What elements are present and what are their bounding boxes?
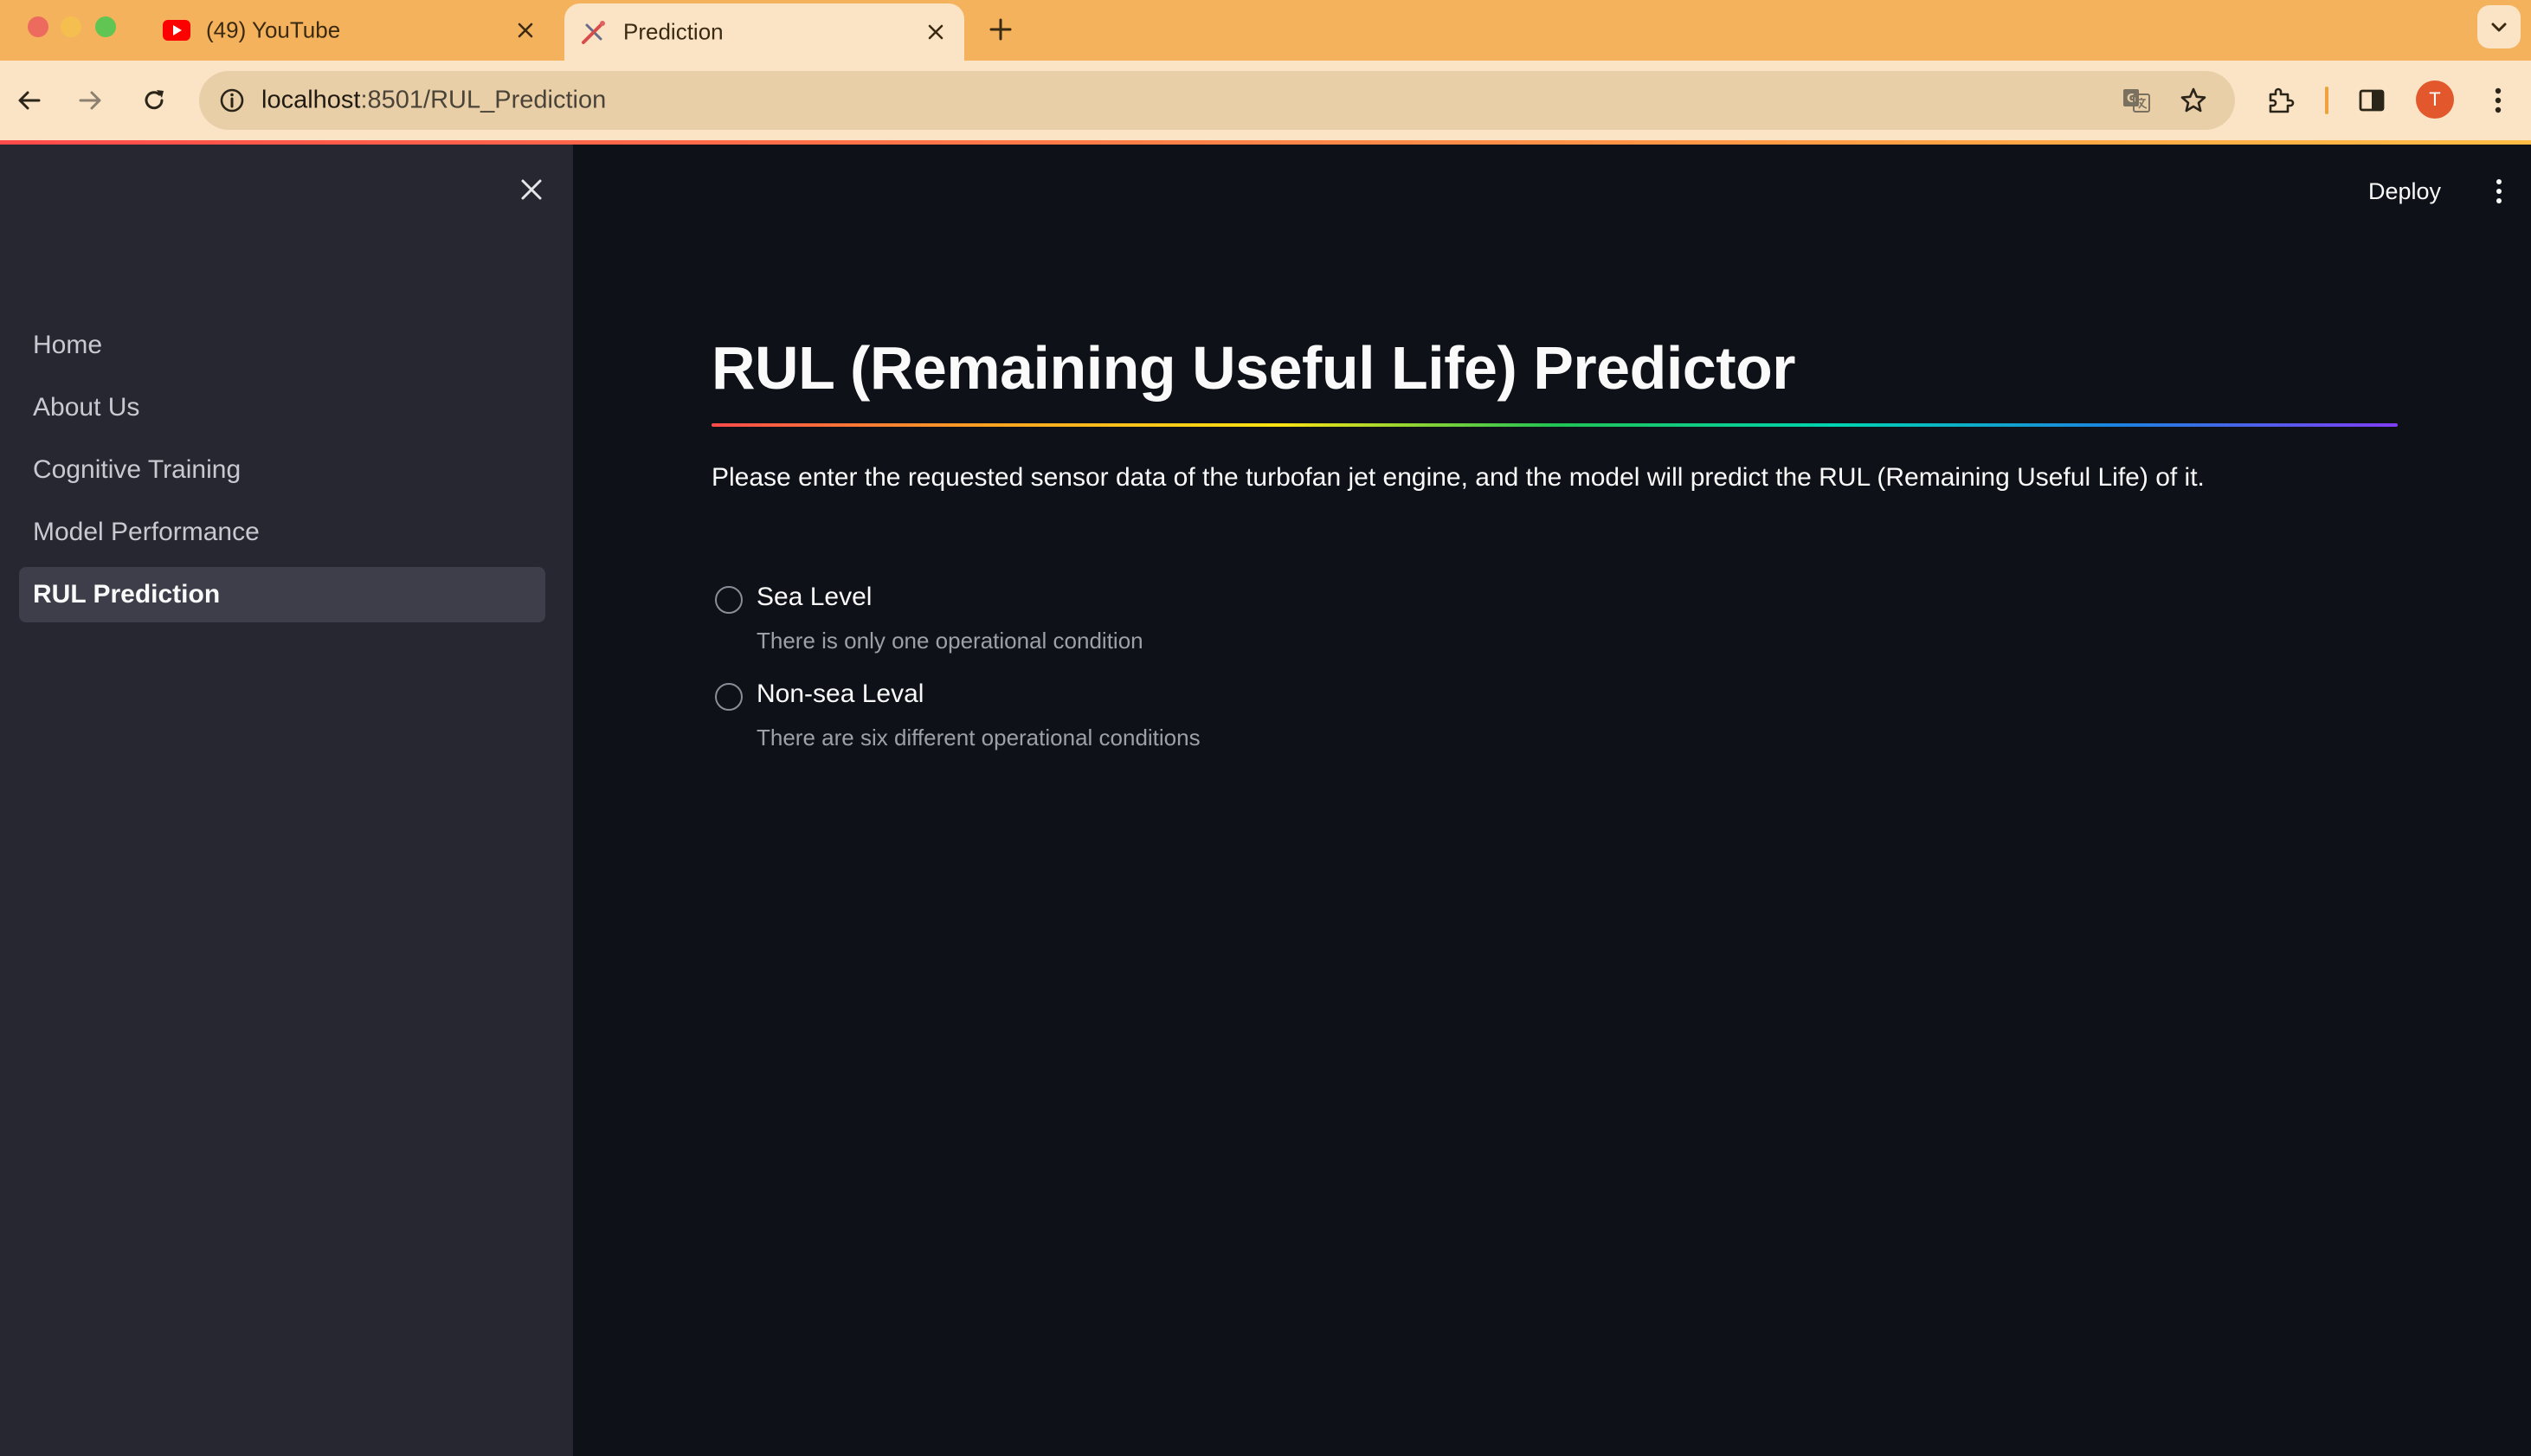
close-icon xyxy=(521,179,542,200)
window-zoom-dot[interactable] xyxy=(95,16,116,37)
radio-label[interactable]: Sea Level xyxy=(757,583,872,612)
radio-button[interactable] xyxy=(715,683,743,711)
extensions-icon[interactable] xyxy=(2259,80,2301,121)
page-title: RUL (Remaining Useful Life) Predictor xyxy=(712,334,1796,402)
sidebar-item-model-performance[interactable]: Model Performance xyxy=(19,505,545,560)
sidebar-item-about-us[interactable]: About Us xyxy=(19,380,545,435)
bookmark-star-icon[interactable] xyxy=(2176,83,2211,118)
sidebar: Home About Us Cognitive Training Model P… xyxy=(0,145,573,1456)
site-info-icon[interactable] xyxy=(213,81,251,119)
side-panel-icon[interactable] xyxy=(2351,80,2393,121)
radio-caption: There are six different operational cond… xyxy=(757,725,1201,751)
new-tab-button[interactable] xyxy=(983,12,1018,47)
arrow-right-icon xyxy=(79,91,101,110)
address-bar[interactable]: localhost:8501/RUL_Prediction G xyxy=(199,71,2235,130)
url-path: :8501/RUL_Prediction xyxy=(360,86,607,114)
arrow-left-icon xyxy=(18,91,41,110)
tab-search-button[interactable] xyxy=(2477,5,2521,48)
reload-button[interactable] xyxy=(133,80,175,121)
window-minimize-dot[interactable] xyxy=(61,16,81,37)
title-divider xyxy=(712,423,2398,427)
sidebar-nav: Home About Us Cognitive Training Model P… xyxy=(19,318,545,629)
browser-toolbar: localhost:8501/RUL_Prediction G T xyxy=(0,61,2531,140)
forward-button[interactable] xyxy=(69,80,111,121)
close-icon[interactable] xyxy=(923,19,949,45)
radio-caption: There is only one operational condition xyxy=(757,628,1143,654)
browser-tab-bar: (49) YouTube Prediction xyxy=(0,0,2531,61)
page-description: Please enter the requested sensor data o… xyxy=(712,463,2205,492)
close-icon[interactable] xyxy=(512,17,538,43)
deploy-button[interactable]: Deploy xyxy=(2356,167,2453,216)
app-favicon-icon xyxy=(580,18,608,46)
youtube-icon xyxy=(163,16,190,44)
radio-button[interactable] xyxy=(715,586,743,614)
sidebar-item-cognitive-training[interactable]: Cognitive Training xyxy=(19,442,545,498)
main-content: Deploy RUL (Remaining Useful Life) Predi… xyxy=(573,145,2531,1456)
toolbar-divider xyxy=(2325,87,2328,114)
browser-menu-icon[interactable] xyxy=(2477,80,2519,121)
sidebar-item-home[interactable]: Home xyxy=(19,318,545,373)
sidebar-close-button[interactable] xyxy=(512,171,551,209)
tab-title: Prediction xyxy=(623,18,724,45)
translate-icon[interactable]: G xyxy=(2119,83,2154,118)
tab-youtube[interactable]: (49) YouTube xyxy=(147,0,554,61)
radio-label[interactable]: Non-sea Leval xyxy=(757,680,924,709)
plus-icon xyxy=(989,18,1012,41)
sidebar-item-rul-prediction[interactable]: RUL Prediction xyxy=(19,567,545,622)
back-button[interactable] xyxy=(9,80,50,121)
profile-avatar[interactable]: T xyxy=(2416,81,2454,119)
tab-prediction[interactable]: Prediction xyxy=(564,3,964,61)
chevron-down-icon xyxy=(2491,23,2507,32)
window-close-dot[interactable] xyxy=(28,16,48,37)
url-text: localhost:8501/RUL_Prediction xyxy=(261,87,606,115)
reload-icon xyxy=(145,90,164,110)
tab-title: (49) YouTube xyxy=(206,16,341,43)
more-vertical-icon xyxy=(2496,179,2502,203)
app-menu-button[interactable] xyxy=(2477,167,2521,216)
url-host: localhost xyxy=(261,86,361,114)
